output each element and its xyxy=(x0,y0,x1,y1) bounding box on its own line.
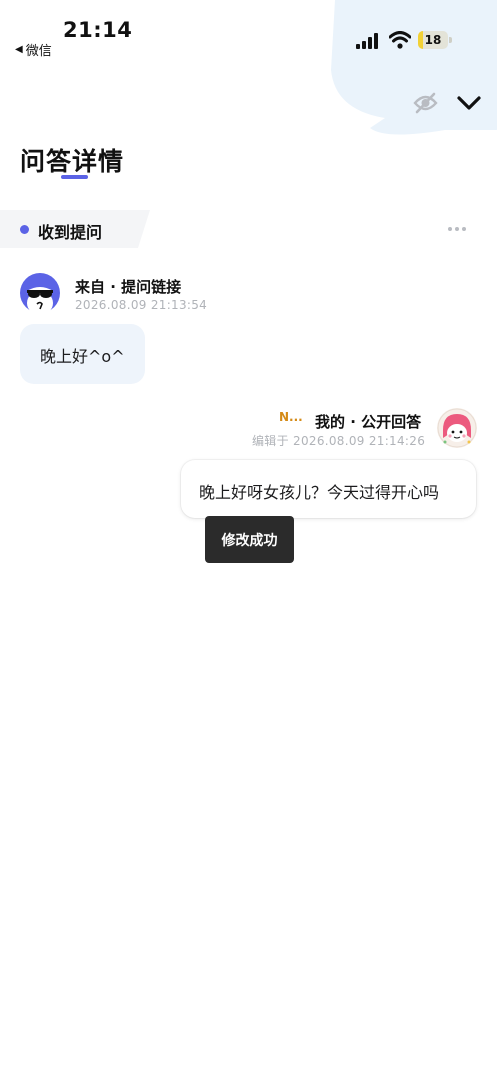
asker-name: 来自 · 提问链接 xyxy=(75,278,182,296)
back-app-label: 微信 xyxy=(25,44,52,59)
wifi-icon xyxy=(389,31,411,49)
toast-message: 修改成功 xyxy=(221,533,278,549)
section-label: 收到提问 xyxy=(38,223,103,242)
back-triangle-icon: ◀ xyxy=(15,44,23,55)
battery-indicator: 18 xyxy=(418,31,452,49)
battery-level: 18 xyxy=(424,33,442,47)
back-to-app-button[interactable]: ◀ 微信 xyxy=(15,40,52,59)
page-title: 问答详情 xyxy=(20,147,125,176)
header-blob-decoration xyxy=(331,0,497,135)
section-dot xyxy=(20,225,29,234)
chevron-down-icon[interactable] xyxy=(456,94,482,112)
brand-tag: N... xyxy=(279,410,303,424)
battery-tip xyxy=(449,37,452,43)
question-text: 晚上好^o^ xyxy=(40,347,125,366)
question-timestamp: 2026.08.09 21:13:54 xyxy=(75,298,208,312)
my-avatar[interactable] xyxy=(437,408,477,448)
status-time: 21:14 xyxy=(63,18,133,42)
asker-avatar[interactable] xyxy=(20,273,60,313)
answer-timestamp: 编辑于 2026.08.09 21:14:26 xyxy=(252,434,426,448)
title-underline xyxy=(61,175,88,179)
answer-sender: 我的 · 公开回答 xyxy=(315,413,422,431)
eye-off-icon[interactable] xyxy=(413,92,438,114)
more-dots-icon[interactable] xyxy=(447,225,467,233)
answer-text: 晚上好呀女孩儿？今天过得开心吗 xyxy=(199,483,440,502)
cellular-signal-icon xyxy=(356,33,378,49)
